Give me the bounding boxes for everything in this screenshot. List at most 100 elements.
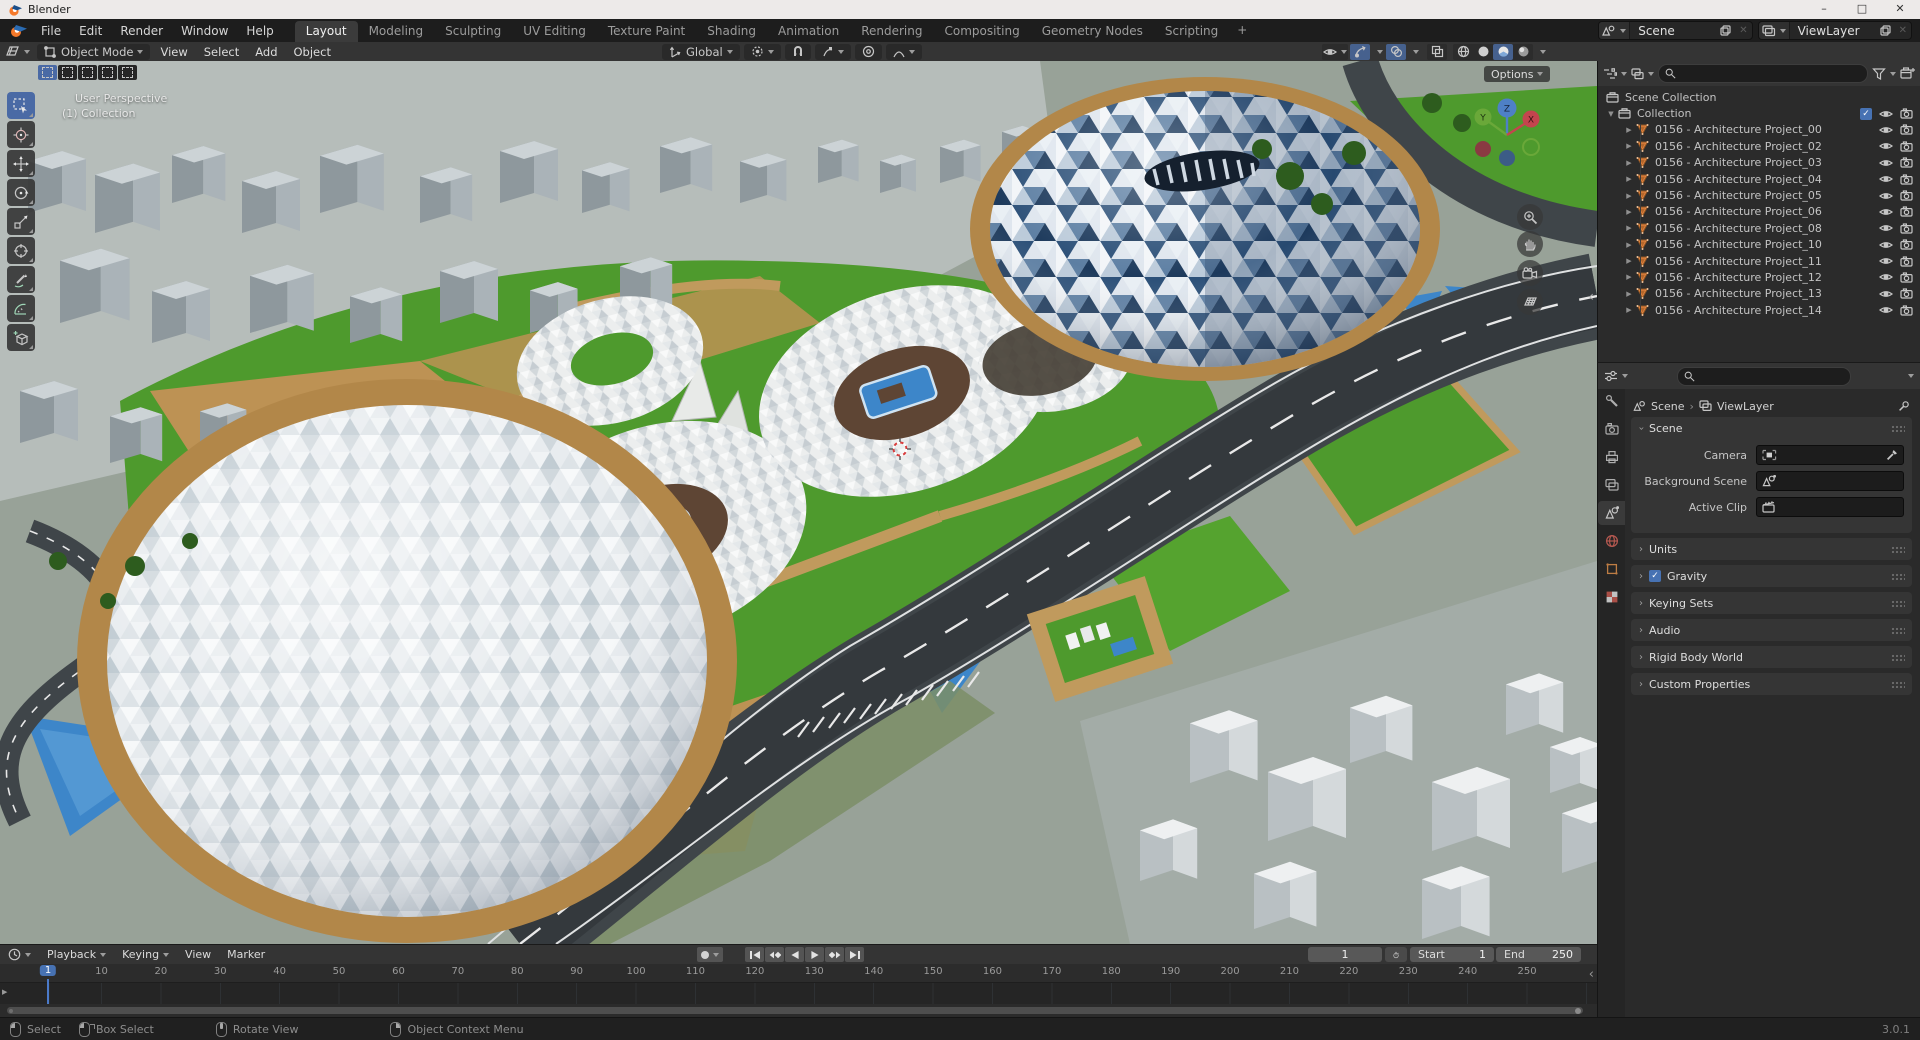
hide-eye-icon[interactable] bbox=[1879, 109, 1893, 119]
properties-tab[interactable] bbox=[1598, 529, 1625, 553]
property-field[interactable] bbox=[1756, 497, 1904, 517]
panel-header[interactable]: › Custom Properties bbox=[1631, 673, 1912, 695]
tool-button[interactable] bbox=[7, 266, 35, 293]
panel-drag-dots[interactable] bbox=[1891, 546, 1905, 553]
outliner-object-row[interactable]: ▶ 0156 - Architecture Project_11 bbox=[1598, 253, 1920, 269]
panel-header[interactable]: › ✓ Gravity bbox=[1631, 565, 1912, 587]
outliner-object-row[interactable]: ▶ 0156 - Architecture Project_04 bbox=[1598, 171, 1920, 187]
timeline-playhead[interactable] bbox=[47, 979, 49, 1004]
timeline-tick[interactable]: 50 bbox=[333, 966, 346, 977]
workspace-tab[interactable]: UV Editing bbox=[512, 21, 597, 42]
panel-drag-dots[interactable] bbox=[1891, 627, 1905, 634]
transport-button[interactable] bbox=[745, 947, 764, 962]
disable-render-camera-icon[interactable] bbox=[1900, 124, 1913, 136]
expand-arrow-icon[interactable]: ▶ bbox=[1624, 257, 1634, 265]
shading-dropdown[interactable] bbox=[1535, 44, 1547, 60]
properties-tab[interactable] bbox=[1598, 501, 1625, 525]
timeline-tick[interactable]: 60 bbox=[392, 966, 405, 977]
timeline-track[interactable]: ▶ bbox=[0, 979, 1597, 1004]
expand-arrow-icon[interactable]: ▶ bbox=[1624, 142, 1634, 150]
expand-arrow-icon[interactable]: ▶ bbox=[1624, 159, 1634, 167]
outliner-search-input[interactable] bbox=[1658, 64, 1868, 83]
timeline-tick[interactable]: 90 bbox=[570, 966, 583, 977]
viewport-menu-item[interactable]: Add bbox=[247, 45, 285, 59]
expand-arrow-icon[interactable]: ▶ bbox=[1624, 208, 1634, 216]
show-overlays-toggle[interactable] bbox=[1386, 43, 1406, 60]
close-button[interactable]: ✕ bbox=[1880, 0, 1920, 19]
breadcrumb-viewlayer[interactable]: ViewLayer bbox=[1717, 400, 1774, 413]
workspace-tab[interactable]: Geometry Nodes bbox=[1031, 21, 1154, 42]
hide-eye-icon[interactable] bbox=[1879, 191, 1893, 201]
timeline-tick[interactable]: 180 bbox=[1102, 966, 1121, 977]
collection-row[interactable]: ▼ Collection ✓ bbox=[1598, 105, 1920, 121]
hide-eye-icon[interactable] bbox=[1879, 272, 1893, 282]
disable-render-camera-icon[interactable] bbox=[1900, 223, 1913, 234]
timeline-tick[interactable]: 1 bbox=[39, 965, 57, 976]
tool-button[interactable] bbox=[7, 92, 35, 119]
timeline-ruler[interactable]: 1 10 20 30 40 50 60 70 80 90 100 110 120 130 140 150 160… bbox=[0, 964, 1597, 982]
select-mode-button[interactable] bbox=[78, 65, 97, 80]
hide-eye-icon[interactable] bbox=[1879, 256, 1893, 266]
transform-orientation-dropdown[interactable]: Global bbox=[662, 43, 740, 60]
timeline-tick[interactable]: 30 bbox=[214, 966, 227, 977]
disable-render-camera-icon[interactable] bbox=[1900, 288, 1913, 299]
viewport-menu-item[interactable]: View bbox=[152, 45, 195, 59]
timeline-tick[interactable]: 10 bbox=[95, 966, 108, 977]
minimize-button[interactable]: – bbox=[1804, 0, 1844, 19]
visibility-dropdown[interactable] bbox=[1322, 43, 1348, 60]
timeline-tick[interactable]: 40 bbox=[273, 966, 286, 977]
timeline-tick[interactable]: 20 bbox=[154, 966, 167, 977]
properties-tab[interactable] bbox=[1598, 417, 1625, 441]
toggle-xray-button[interactable] bbox=[1427, 43, 1447, 60]
hide-eye-icon[interactable] bbox=[1879, 223, 1893, 233]
hide-eye-icon[interactable] bbox=[1879, 125, 1893, 135]
outliner-object-row[interactable]: ▶ 0156 - Architecture Project_08 bbox=[1598, 220, 1920, 236]
select-mode-button[interactable] bbox=[58, 65, 77, 80]
workspace-tab[interactable]: Modeling bbox=[358, 21, 435, 42]
timeline-tick[interactable]: 80 bbox=[511, 966, 524, 977]
auto-keying-button[interactable] bbox=[697, 947, 723, 962]
panel-header[interactable]: › Units bbox=[1631, 538, 1912, 560]
hide-eye-icon[interactable] bbox=[1879, 305, 1893, 315]
panel-drag-dots[interactable] bbox=[1891, 654, 1905, 661]
scene-browse-button[interactable] bbox=[1599, 22, 1631, 39]
pin-icon[interactable] bbox=[1898, 400, 1910, 412]
topbar-menu-item[interactable]: Window bbox=[172, 22, 237, 40]
viewport-menu-item[interactable]: Object bbox=[286, 45, 339, 59]
expand-arrow-icon[interactable]: ▶ bbox=[1624, 126, 1634, 134]
properties-search-input[interactable] bbox=[1677, 366, 1851, 386]
channels-expand-icon[interactable]: ▶ bbox=[2, 988, 7, 996]
proportional-editing-toggle[interactable] bbox=[854, 43, 882, 60]
scene-collection-row[interactable]: Scene Collection bbox=[1598, 89, 1920, 105]
timeline-tick[interactable]: 100 bbox=[627, 966, 646, 977]
scene-selector[interactable]: Scene ✕ bbox=[1598, 21, 1753, 40]
timeline-tick[interactable]: 190 bbox=[1161, 966, 1180, 977]
timeline-tick[interactable]: 220 bbox=[1339, 966, 1358, 977]
unlink-scene-icon[interactable]: ✕ bbox=[1735, 25, 1751, 36]
workspace-tab[interactable]: Scripting bbox=[1154, 21, 1229, 42]
outliner-filter-type-button[interactable] bbox=[1631, 67, 1654, 80]
new-viewlayer-icon[interactable] bbox=[1876, 25, 1895, 36]
blender-menu-icon[interactable] bbox=[8, 24, 28, 38]
remove-viewlayer-icon[interactable]: ✕ bbox=[1895, 25, 1911, 36]
breadcrumb-scene[interactable]: Scene bbox=[1651, 400, 1685, 413]
collapse-arrow-icon[interactable]: ▼ bbox=[1606, 110, 1616, 118]
new-scene-icon[interactable] bbox=[1716, 25, 1735, 36]
workspace-tab[interactable]: Sculpting bbox=[434, 21, 512, 42]
new-collection-button[interactable] bbox=[1900, 67, 1915, 80]
panel-drag-dots[interactable] bbox=[1891, 425, 1905, 432]
snap-toggle[interactable] bbox=[784, 43, 811, 60]
transport-button[interactable] bbox=[845, 947, 864, 962]
panel-header[interactable]: › Keying Sets bbox=[1631, 592, 1912, 614]
outliner-object-row[interactable]: ▶ 0156 - Architecture Project_12 bbox=[1598, 269, 1920, 285]
panel-drag-dots[interactable] bbox=[1891, 573, 1905, 580]
panel-drag-dots[interactable] bbox=[1891, 600, 1905, 607]
zoom-button[interactable] bbox=[1517, 204, 1543, 230]
properties-tab[interactable] bbox=[1598, 389, 1625, 413]
workspace-tab[interactable]: Rendering bbox=[850, 21, 933, 42]
disable-render-camera-icon[interactable] bbox=[1900, 174, 1913, 185]
expand-arrow-icon[interactable]: ▶ bbox=[1624, 175, 1634, 183]
shading-mode-button[interactable] bbox=[1473, 44, 1493, 60]
outliner-object-row[interactable]: ▶ 0156 - Architecture Project_14 bbox=[1598, 302, 1920, 318]
show-gizmo-toggle[interactable] bbox=[1350, 43, 1370, 60]
